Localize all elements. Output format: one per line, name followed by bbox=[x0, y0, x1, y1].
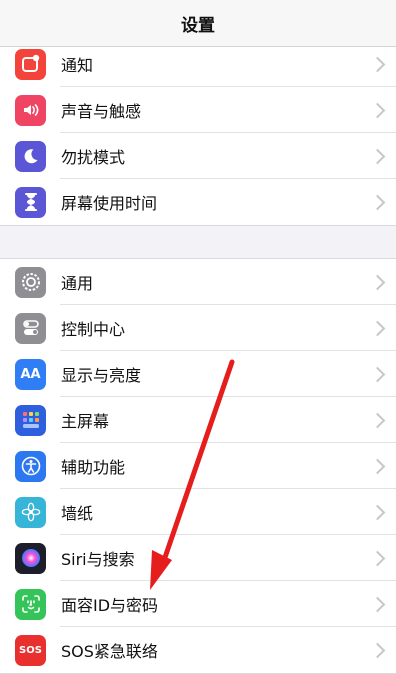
gear-icon bbox=[15, 266, 46, 298]
text-size-icon: AA bbox=[15, 358, 46, 390]
chevron-right-icon bbox=[369, 504, 386, 520]
chevron-right-icon bbox=[369, 642, 386, 658]
sos-icon: SOS bbox=[15, 634, 46, 666]
settings-row-emergency-sos[interactable]: SOS SOS紧急联络 bbox=[0, 627, 396, 673]
settings-row-siri-search[interactable]: Siri与搜索 bbox=[0, 535, 396, 581]
settings-row-label: 通用 bbox=[61, 274, 94, 293]
settings-row-label: 辅助功能 bbox=[61, 458, 126, 477]
chevron-right-icon bbox=[369, 148, 386, 164]
settings-row-label: 墙纸 bbox=[61, 504, 94, 523]
settings-row-screen-time[interactable]: 屏幕使用时间 bbox=[0, 179, 396, 225]
page-title: 设置 bbox=[181, 15, 215, 36]
settings-row-label: SOS紧急联络 bbox=[61, 642, 158, 661]
flower-icon bbox=[15, 496, 46, 528]
chevron-right-icon bbox=[369, 56, 386, 72]
chevron-right-icon bbox=[369, 274, 386, 290]
settings-row-label: 通知 bbox=[61, 56, 94, 75]
chevron-right-icon bbox=[369, 412, 386, 428]
text-size-glyph: AA bbox=[20, 366, 41, 382]
chevron-right-icon bbox=[369, 596, 386, 612]
settings-row-do-not-disturb[interactable]: 勿扰模式 bbox=[0, 133, 396, 179]
settings-row-label: 屏幕使用时间 bbox=[61, 194, 158, 213]
sos-glyph: SOS bbox=[19, 644, 42, 656]
settings-row-sounds[interactable]: 声音与触感 bbox=[0, 87, 396, 133]
settings-row-notifications[interactable]: 通知 bbox=[0, 41, 396, 87]
settings-row-label: 勿扰模式 bbox=[61, 148, 126, 167]
settings-row-control-center[interactable]: 控制中心 bbox=[0, 305, 396, 351]
face-id-icon bbox=[15, 588, 46, 620]
moon-icon bbox=[15, 140, 46, 172]
settings-row-face-id-passcode[interactable]: 面容ID与密码 bbox=[0, 581, 396, 627]
toggle-icon bbox=[15, 312, 46, 344]
settings-row-display-brightness[interactable]: AA 显示与亮度 bbox=[0, 351, 396, 397]
navigation-bar: 设置 bbox=[0, 0, 396, 47]
settings-row-wallpaper[interactable]: 墙纸 bbox=[0, 489, 396, 535]
settings-row-label: Siri与搜索 bbox=[61, 550, 135, 569]
chevron-right-icon bbox=[369, 550, 386, 566]
home-screen-icon bbox=[15, 404, 46, 436]
accessibility-icon bbox=[15, 450, 46, 482]
chevron-right-icon bbox=[369, 102, 386, 118]
chevron-right-icon bbox=[369, 366, 386, 382]
chevron-right-icon bbox=[369, 320, 386, 336]
settings-row-accessibility[interactable]: 辅助功能 bbox=[0, 443, 396, 489]
sound-icon bbox=[15, 94, 46, 126]
chevron-right-icon bbox=[369, 194, 386, 210]
settings-row-label: 面容ID与密码 bbox=[61, 596, 159, 615]
siri-icon bbox=[15, 542, 46, 574]
chevron-right-icon bbox=[369, 458, 386, 474]
settings-row-general[interactable]: 通用 bbox=[0, 259, 396, 305]
hourglass-icon bbox=[15, 186, 46, 218]
settings-row-label: 显示与亮度 bbox=[61, 366, 142, 385]
settings-row-home-screen[interactable]: 主屏幕 bbox=[0, 397, 396, 443]
settings-row-label: 控制中心 bbox=[61, 320, 126, 339]
settings-row-label: 声音与触感 bbox=[61, 102, 142, 121]
settings-row-label: 主屏幕 bbox=[61, 412, 110, 431]
notifications-icon bbox=[15, 48, 46, 80]
settings-group-1: 通知 声音与触感 勿扰模式 屏幕使用时间 bbox=[0, 40, 396, 226]
settings-group-2: 通用 控制中心 AA 显示与亮度 主屏幕 辅助功能 墙纸 Siri与搜索 面容I… bbox=[0, 258, 396, 674]
